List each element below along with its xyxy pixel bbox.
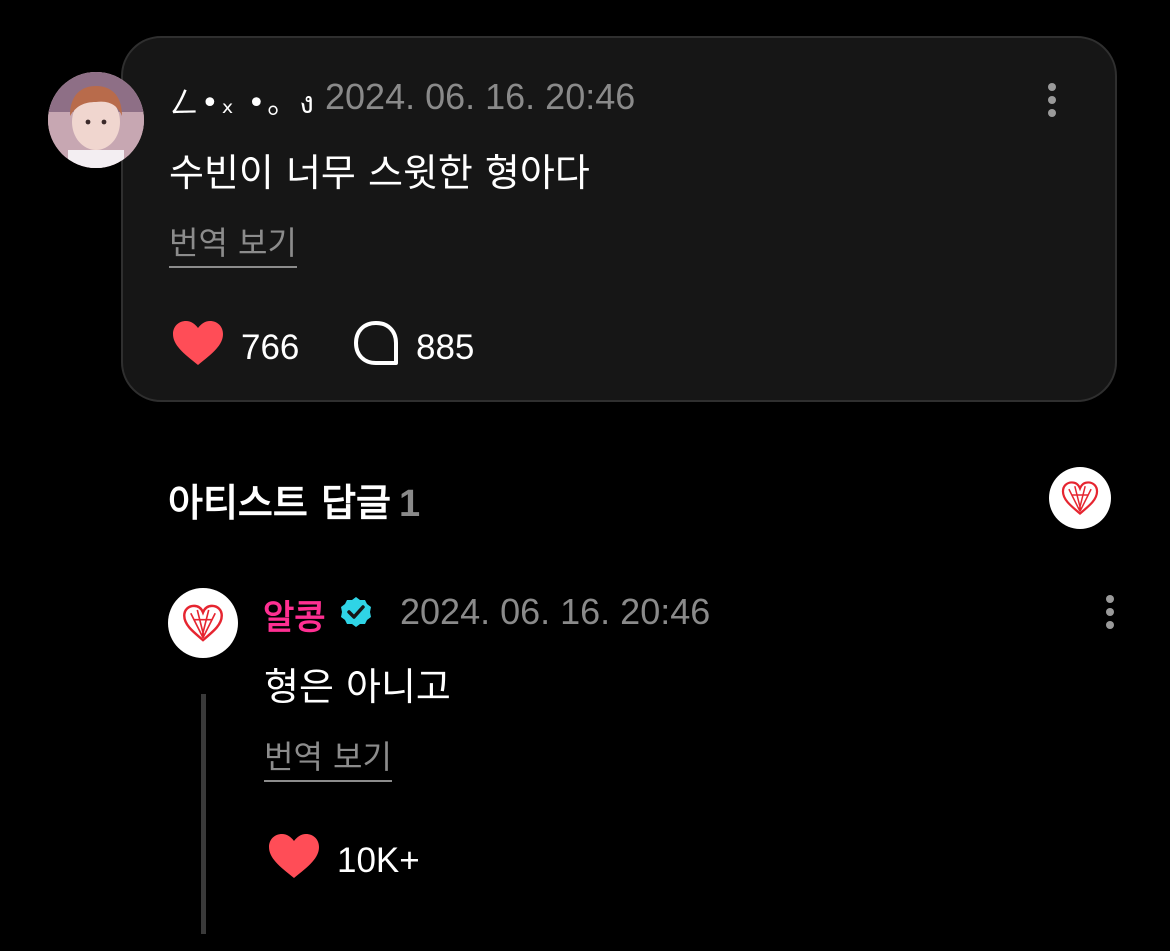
artist-avatar[interactable] [168,588,238,658]
reply-translate-link[interactable]: 번역 보기 [264,732,392,782]
post-timestamp: 2024. 06. 16. 20:46 [325,76,636,117]
post-like-button[interactable]: 766 [171,319,299,376]
post-card: ㄥ•ₓ •。ง 2024. 06. 16. 20:46 수빈이 너무 스윗한 형… [121,36,1117,402]
thread-line [201,694,206,934]
artist-logo-button[interactable] [1049,467,1111,529]
reply-text: 형은 아니고 [264,665,451,709]
reply-like-button[interactable]: 10K+ [267,832,420,889]
heart-icon [267,832,321,889]
post-text: 수빈이 너무 스윗한 형아다 [169,151,590,195]
verified-badge-icon [340,596,372,632]
post-translate-link[interactable]: 번역 보기 [169,218,297,268]
post-more-options-icon[interactable] [1040,80,1064,120]
post-comment-count: 885 [416,327,475,367]
user-avatar[interactable] [48,72,144,168]
post-like-count: 766 [241,327,300,367]
artist-replies-count: 1 [399,483,421,525]
artist-replies-label: 아티스트 답글 [168,481,391,525]
heart-icon [171,319,225,376]
reply-author-name[interactable]: 알콩 [263,590,326,639]
red-heart-logo-icon [1061,481,1099,516]
artist-replies-title: 아티스트 답글 1 [168,472,420,527]
reply-like-count: 10K+ [337,840,420,880]
red-heart-logo-icon [183,604,223,642]
post-comment-button[interactable]: 885 [352,319,474,376]
post-author-name[interactable]: ㄥ•ₓ •。ง [169,78,316,127]
reply-timestamp: 2024. 06. 16. 20:46 [400,591,711,632]
comment-thread-page: ㄥ•ₓ •。ง 2024. 06. 16. 20:46 수빈이 너무 스윗한 형… [0,0,1170,951]
speech-bubble-icon [352,319,400,376]
reply-more-options-icon[interactable] [1098,592,1122,632]
